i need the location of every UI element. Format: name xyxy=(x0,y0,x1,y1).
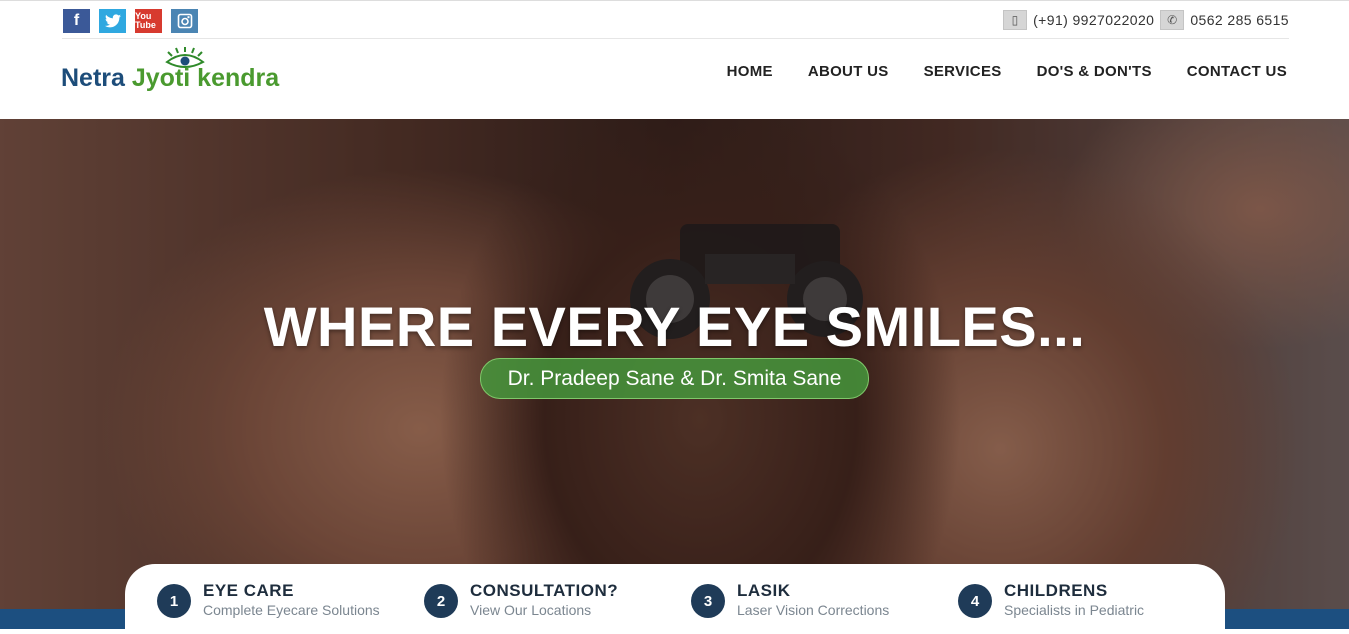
mobile-number[interactable]: (+91) 9927022020 xyxy=(1033,12,1154,28)
hero-banner: WHERE EVERY EYE SMILES... Dr. Pradeep Sa… xyxy=(0,119,1349,629)
logo-netra: Netra xyxy=(61,64,132,92)
feature-number: 1 xyxy=(157,584,191,618)
youtube-icon[interactable]: You Tube xyxy=(135,9,162,33)
feature-subtitle: Specialists in Pediatric xyxy=(1004,602,1145,618)
feature-title: EYE CARE xyxy=(203,581,294,600)
feature-title: CHILDRENS xyxy=(1004,581,1108,600)
feature-consultation[interactable]: 2 CONSULTATION? View Our Locations xyxy=(424,564,691,634)
top-bar: f You Tube ▯ (+91) 9927022020 ✆ 0562 285… xyxy=(0,0,1349,39)
logo-jyoti-kendra: Jyoti kendra xyxy=(131,64,280,92)
nav-dos-donts[interactable]: DO'S & DON'TS xyxy=(1037,63,1152,80)
feature-subtitle: Laser Vision Corrections xyxy=(737,602,890,618)
header: Netra Jyoti kendra HOME ABOUT US SERVICE… xyxy=(0,38,1349,119)
hero-title: WHERE EVERY EYE SMILES... xyxy=(263,295,1086,358)
nav-about-us[interactable]: ABOUT US xyxy=(808,63,889,80)
feature-number: 3 xyxy=(691,584,725,618)
nav-contact-us[interactable]: CONTACT US xyxy=(1187,63,1287,80)
phone-icon: ✆ xyxy=(1160,10,1185,30)
phone-number[interactable]: 0562 285 6515 xyxy=(1190,12,1289,28)
features-bar: 1 EYE CARE Complete Eyecare Solutions 2 … xyxy=(125,564,1225,634)
hero-subtitle: Dr. Pradeep Sane & Dr. Smita Sane xyxy=(480,358,869,399)
feature-title: CONSULTATION? xyxy=(470,581,619,600)
feature-subtitle: View Our Locations xyxy=(470,602,592,618)
contact-info: ▯ (+91) 9927022020 ✆ 0562 285 6515 xyxy=(1003,10,1289,30)
feature-subtitle: Complete Eyecare Solutions xyxy=(203,602,380,618)
logo-text: Netra Jyoti kendra xyxy=(61,64,279,93)
nav-home[interactable]: HOME xyxy=(727,63,773,80)
mobile-icon: ▯ xyxy=(1003,10,1028,30)
feature-title: LASIK xyxy=(737,581,791,600)
instagram-icon[interactable] xyxy=(171,9,198,33)
feature-eye-care[interactable]: 1 EYE CARE Complete Eyecare Solutions xyxy=(157,564,424,634)
feature-lasik[interactable]: 3 LASIK Laser Vision Corrections xyxy=(691,564,958,634)
feature-number: 2 xyxy=(424,584,458,618)
feature-number: 4 xyxy=(958,584,992,618)
main-nav: HOME ABOUT US SERVICES DO'S & DON'TS CON… xyxy=(727,63,1287,80)
nav-services[interactable]: SERVICES xyxy=(924,63,1002,80)
social-links: f You Tube xyxy=(63,9,198,33)
facebook-icon[interactable]: f xyxy=(63,9,90,33)
feature-childrens[interactable]: 4 CHILDRENS Specialists in Pediatric xyxy=(958,564,1225,634)
twitter-icon[interactable] xyxy=(99,9,126,33)
